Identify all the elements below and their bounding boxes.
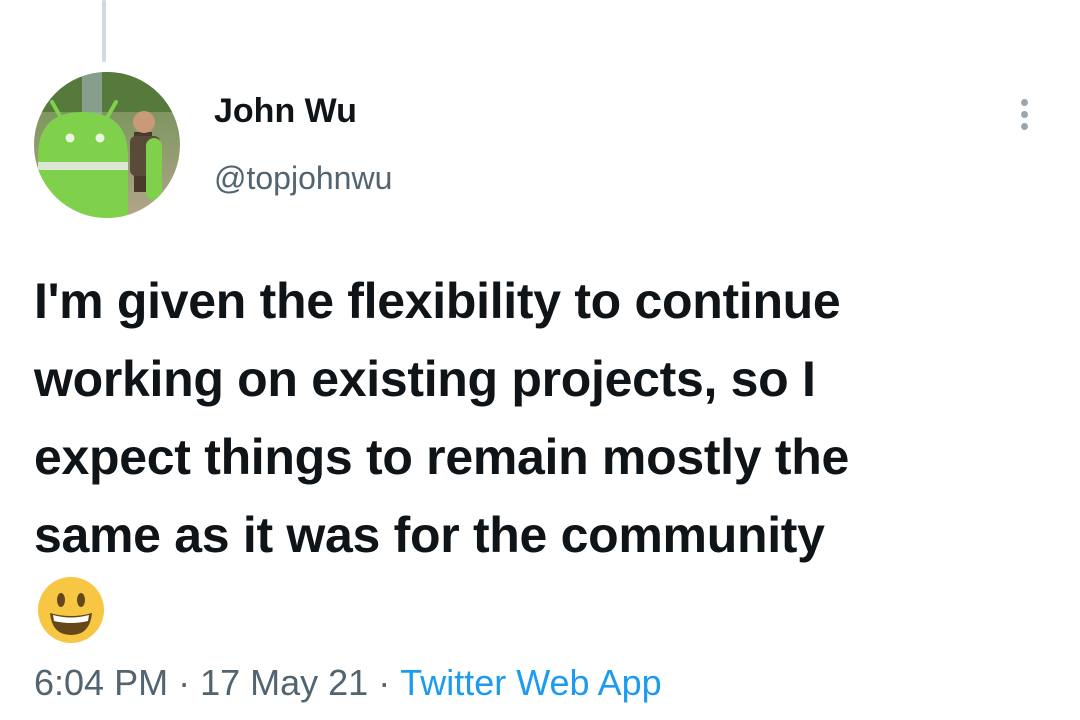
tweet-metadata: 6:04 PM · 17 May 21 · Twitter Web App (34, 662, 662, 704)
meta-separator: · (378, 662, 391, 703)
more-vertical-icon (1020, 98, 1028, 106)
tweet-text-line: I'm given the flexibility to continue (34, 273, 841, 329)
more-options-button[interactable] (1004, 92, 1044, 136)
more-vertical-icon-dot (1020, 110, 1028, 118)
tweet-date[interactable]: 17 May 21 (200, 662, 368, 703)
meta-separator: · (178, 662, 191, 703)
grinning-face-emoji-icon (36, 575, 106, 645)
tweet-text-line: same as it was for the community (34, 507, 825, 563)
tweet-source-link[interactable]: Twitter Web App (400, 662, 661, 703)
tweet-text: I'm given the flexibility to continue wo… (34, 262, 1044, 574)
tweet-text-line: working on existing projects, so I (34, 351, 816, 407)
tweet-text-line: expect things to remain mostly the (34, 429, 849, 485)
author-name[interactable]: John Wu (214, 92, 357, 131)
avatar[interactable] (34, 72, 180, 218)
tweet-time[interactable]: 6:04 PM (34, 662, 168, 703)
more-vertical-icon-dot (1020, 122, 1028, 130)
author-handle[interactable]: @topjohnwu (214, 160, 392, 197)
android-mascot-avatar-image (34, 72, 180, 218)
thread-connector-line (102, 0, 106, 62)
